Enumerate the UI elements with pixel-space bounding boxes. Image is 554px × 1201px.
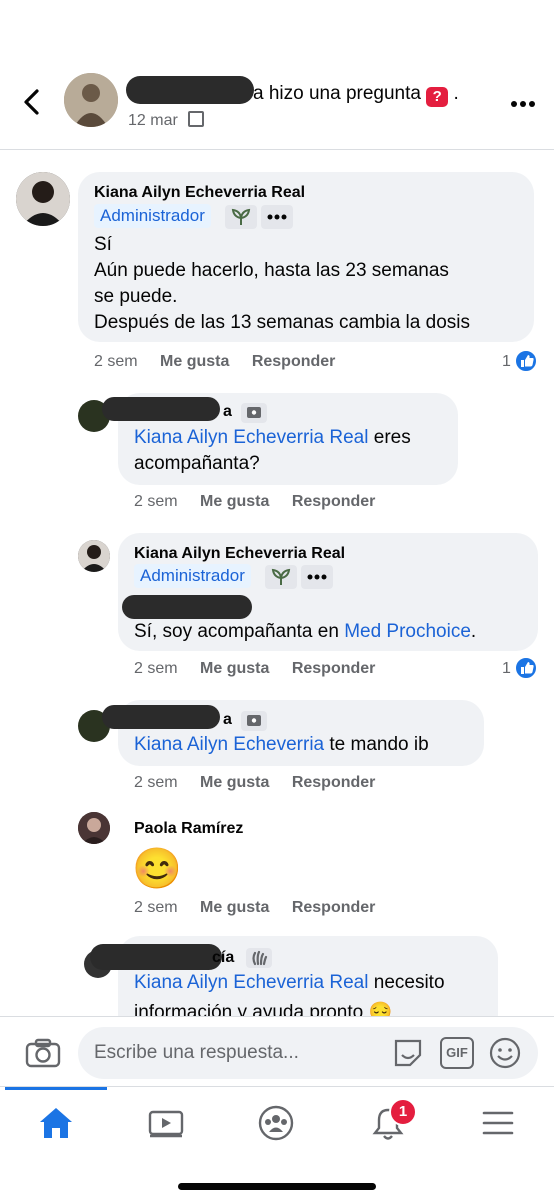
redacted-name — [102, 705, 220, 729]
video-icon[interactable] — [147, 1107, 185, 1144]
post-date: 12 mar — [128, 112, 178, 129]
mention-link[interactable]: Med Prochoice — [344, 621, 471, 642]
composer-bar: Escribe una respuesta... GIF — [0, 1016, 554, 1087]
admin-badge: Administrador — [94, 204, 211, 228]
header-divider — [0, 149, 554, 150]
top-contributor-icon — [241, 711, 267, 731]
mention-link[interactable]: Kiana Ailyn Echeverria Real — [134, 972, 368, 993]
comment-time[interactable]: 2 sem — [134, 774, 178, 791]
groups-icon[interactable] — [257, 1104, 295, 1147]
comment-text: Kiana Ailyn Echeverria Real eres acompañ… — [134, 427, 411, 474]
comment-text: Sí Aún puede hacerlo, hasta las 23 seman… — [94, 234, 470, 333]
avatar[interactable] — [16, 172, 70, 226]
like-button[interactable]: Me gusta — [200, 774, 269, 791]
active-tab-indicator — [5, 1087, 107, 1090]
rising-star-icon — [265, 565, 297, 589]
question-icon: ? — [426, 87, 449, 107]
hand-wave-icon — [246, 948, 272, 968]
like-count[interactable]: 1 — [502, 660, 511, 678]
group-privacy-icon — [188, 111, 205, 127]
comment-author-suffix[interactable]: a — [223, 711, 232, 729]
like-count[interactable]: 1 — [502, 353, 511, 371]
sticker-icon[interactable] — [392, 1037, 424, 1074]
like-reaction-icon — [514, 656, 538, 680]
comment-author[interactable]: Kiana Ailyn Echeverria Real — [94, 184, 305, 202]
more-options-icon[interactable] — [510, 96, 536, 107]
more-badges-icon[interactable] — [301, 565, 333, 589]
comment-time[interactable]: 2 sem — [134, 899, 178, 916]
more-badges-icon[interactable] — [261, 205, 293, 229]
back-arrow-icon[interactable] — [20, 88, 44, 116]
redacted-name — [126, 76, 254, 104]
comment-text: Kiana Ailyn Echeverria te mando ib — [134, 734, 429, 755]
like-button[interactable]: Me gusta — [160, 353, 229, 370]
reply-button[interactable]: Responder — [252, 353, 336, 370]
like-button[interactable]: Me gusta — [200, 660, 269, 677]
redacted-name — [90, 944, 222, 970]
bottom-nav: 1 — [0, 1086, 554, 1201]
redacted-text — [122, 595, 252, 619]
avatar[interactable] — [78, 540, 110, 572]
top-contributor-icon — [241, 403, 267, 423]
comment-time[interactable]: 2 sem — [94, 353, 138, 370]
comment-time[interactable]: 2 sem — [134, 493, 178, 510]
rising-star-icon — [225, 205, 257, 229]
reply-placeholder: Escribe una respuesta... — [94, 1042, 299, 1063]
home-indicator — [178, 1183, 376, 1190]
post-title: a hizo una pregunta — [253, 83, 421, 104]
comment-author[interactable]: Kiana Ailyn Echeverria Real — [134, 545, 345, 563]
smile-emoji: 😊 — [132, 847, 182, 891]
redacted-name — [102, 397, 220, 421]
comment-author-suffix[interactable]: cía — [212, 949, 234, 967]
admin-badge: Administrador — [134, 564, 251, 588]
comment-text: Sí, soy acompañanta en Med Prochoice. — [134, 621, 477, 642]
comment-time[interactable]: 2 sem — [134, 660, 178, 677]
reply-button[interactable]: Responder — [292, 774, 376, 791]
notifications-badge: 1 — [389, 1098, 417, 1126]
group-avatar[interactable] — [64, 73, 118, 127]
gif-icon[interactable]: GIF — [440, 1037, 474, 1069]
reply-input[interactable]: Escribe una respuesta... GIF — [78, 1027, 538, 1079]
like-reaction-icon — [514, 349, 538, 373]
comment-author[interactable]: Paola Ramírez — [134, 820, 243, 838]
like-button[interactable]: Me gusta — [200, 493, 269, 510]
mention-link[interactable]: Kiana Ailyn Echeverria Real — [134, 427, 368, 448]
menu-icon[interactable] — [482, 1109, 514, 1142]
camera-icon[interactable] — [25, 1038, 61, 1073]
like-button[interactable]: Me gusta — [200, 899, 269, 916]
mention-link[interactable]: Kiana Ailyn Echeverria — [134, 734, 324, 755]
comment-author-suffix[interactable]: a — [223, 403, 232, 421]
header: a hizo una pregunta ? . 12 mar — [0, 0, 554, 150]
avatar[interactable] — [78, 812, 110, 844]
reply-button[interactable]: Responder — [292, 660, 376, 677]
reply-button[interactable]: Responder — [292, 899, 376, 916]
reply-button[interactable]: Responder — [292, 493, 376, 510]
home-icon[interactable] — [38, 1106, 74, 1145]
emoji-icon[interactable] — [488, 1036, 522, 1075]
